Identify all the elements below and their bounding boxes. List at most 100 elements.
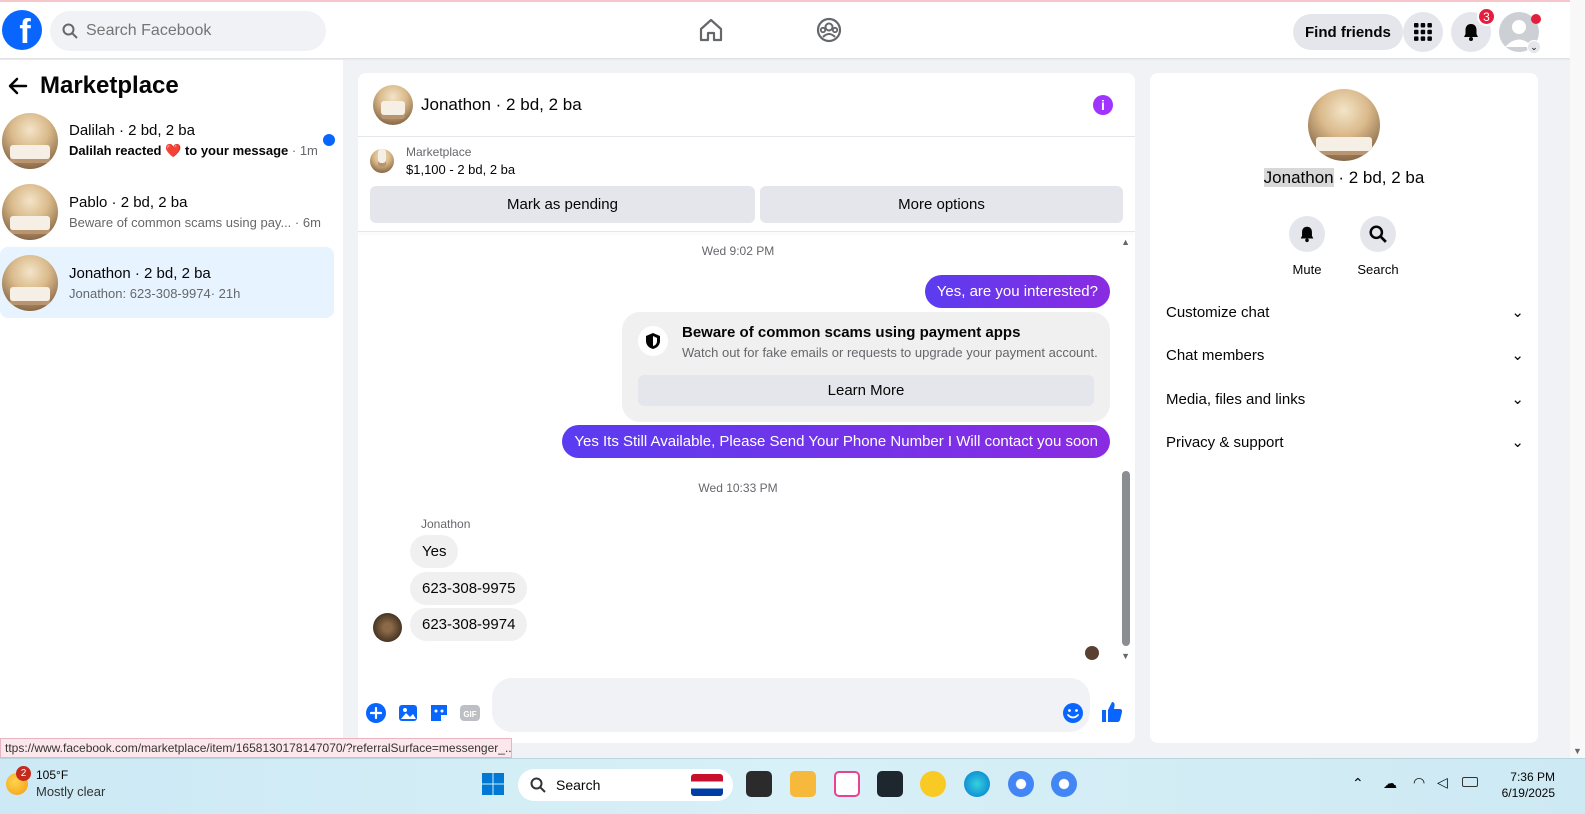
battery-icon[interactable] xyxy=(1462,777,1478,787)
listing-summary[interactable]: Marketplace $1,100 - 2 bd, 2 ba xyxy=(370,145,515,177)
message-input[interactable] xyxy=(492,678,1090,732)
conversation-name: Dalilah · 2 bd, 2 ba xyxy=(69,122,195,139)
chevron-down-icon: ⌄ xyxy=(1511,347,1524,364)
conversation-sidebar: Marketplace Dalilah · 2 bd, 2 ba Dalilah… xyxy=(0,60,343,744)
find-friends-button[interactable]: Find friends xyxy=(1293,14,1403,50)
outgoing-message[interactable]: Yes, are you interested? xyxy=(924,275,1110,308)
sticky-notes-icon[interactable] xyxy=(877,771,903,797)
mute-button[interactable]: Mute xyxy=(1277,216,1337,277)
scam-warning-title: Beware of common scams using payment app… xyxy=(682,324,1021,341)
chat-members-row[interactable]: Chat members ⌄ xyxy=(1166,346,1524,365)
chevron-down-icon: ⌄ xyxy=(1511,304,1524,321)
listing-avatar xyxy=(2,254,58,311)
heart-icon: ❤️ xyxy=(165,143,182,158)
scroll-up-icon[interactable]: ▲ xyxy=(1121,237,1130,247)
thumbs-up-icon[interactable] xyxy=(1100,700,1124,724)
profile-avatar[interactable] xyxy=(1308,89,1380,161)
bell-icon xyxy=(1300,226,1314,243)
timestamp-separator: Wed 10:33 PM xyxy=(698,481,778,495)
conversation-item-pablo[interactable]: Pablo · 2 bd, 2 ba Beware of common scam… xyxy=(0,176,334,247)
customize-chat-row[interactable]: Customize chat ⌄ xyxy=(1166,303,1524,322)
page-title: Marketplace xyxy=(40,72,179,99)
top-navigation-bar: f Find friends 3 ⌄ xyxy=(0,0,1570,58)
taskbar-search[interactable]: Search xyxy=(518,769,733,801)
unread-indicator-icon xyxy=(323,134,335,146)
grid-menu-icon xyxy=(1414,23,1432,41)
incoming-message[interactable]: Yes xyxy=(410,535,459,568)
weather-widget[interactable]: 2 105°F Mostly clear xyxy=(0,759,140,814)
listing-thumbnail xyxy=(370,149,394,173)
groups-icon[interactable] xyxy=(815,16,843,44)
svg-text:GIF: GIF xyxy=(463,710,476,719)
outgoing-message[interactable]: Yes Its Still Available, Please Send You… xyxy=(562,425,1110,458)
windows-start-icon[interactable] xyxy=(481,772,505,796)
weather-temperature: 105°F xyxy=(36,768,69,782)
chrome-profile-icon[interactable] xyxy=(1051,771,1077,797)
listing-label: Marketplace xyxy=(406,145,472,159)
plus-circle-icon[interactable] xyxy=(365,702,387,724)
onedrive-icon[interactable]: ☁ xyxy=(1383,775,1397,792)
search-conversation-button[interactable]: Search xyxy=(1348,216,1408,277)
search-icon xyxy=(1369,225,1387,243)
weather-badge: 2 xyxy=(16,766,31,781)
chat-panel: Jonathon · 2 bd, 2 ba i Marketplace $1,1… xyxy=(358,73,1135,743)
incoming-message[interactable]: 623-308-9975 xyxy=(410,572,528,605)
info-icon[interactable]: i xyxy=(1093,95,1113,115)
scroll-down-icon[interactable]: ▼ xyxy=(1573,746,1582,756)
account-avatar-button[interactable]: ⌄ xyxy=(1499,12,1541,54)
volume-icon[interactable]: ◁ xyxy=(1437,774,1448,791)
task-view-icon[interactable] xyxy=(746,771,772,797)
conversation-preview: Dalilah reacted ❤️ to your message · 1m xyxy=(69,143,318,158)
scam-warning-card: Beware of common scams using payment app… xyxy=(622,312,1110,422)
image-icon[interactable] xyxy=(397,702,419,724)
sender-avatar[interactable] xyxy=(373,613,402,642)
chat-avatar[interactable] xyxy=(373,84,413,125)
scrollbar-thumb[interactable] xyxy=(1122,471,1130,646)
page-scrollbar[interactable]: ▼ xyxy=(1570,0,1585,758)
sender-name: Jonathon xyxy=(421,517,471,531)
system-clock[interactable]: 7:36 PM 6/19/2025 xyxy=(1502,769,1555,801)
profile-name[interactable]: Jonathon · 2 bd, 2 ba xyxy=(1150,168,1538,188)
conversation-item-dalilah[interactable]: Dalilah · 2 bd, 2 ba Dalilah reacted ❤️ … xyxy=(0,105,334,176)
sticker-icon[interactable] xyxy=(428,702,450,724)
menu-button[interactable] xyxy=(1403,12,1443,52)
scroll-down-icon[interactable]: ▼ xyxy=(1121,651,1130,661)
file-explorer-icon[interactable] xyxy=(790,771,816,797)
listing-avatar xyxy=(2,112,58,169)
gif-icon[interactable]: GIF xyxy=(459,702,481,724)
more-options-button[interactable]: More options xyxy=(760,186,1123,223)
search-input[interactable] xyxy=(86,22,306,40)
chevron-down-icon: ⌄ xyxy=(1527,40,1541,54)
notifications-button[interactable]: 3 xyxy=(1451,7,1496,52)
search-icon xyxy=(530,777,546,793)
listing-price: $1,100 - 2 bd, 2 ba xyxy=(406,162,516,177)
snipping-tool-icon[interactable] xyxy=(834,771,860,797)
home-icon[interactable] xyxy=(697,16,725,44)
search-box[interactable] xyxy=(50,11,326,51)
timestamp-separator: Wed 9:02 PM xyxy=(701,244,775,258)
conversation-name: Pablo · 2 bd, 2 ba xyxy=(69,193,188,211)
tray-chevron-icon[interactable]: ⌃ xyxy=(1352,775,1364,792)
edge-browser-icon[interactable] xyxy=(964,771,990,797)
app-icon[interactable] xyxy=(920,771,946,797)
emoji-icon[interactable] xyxy=(1062,702,1084,724)
mark-as-pending-button[interactable]: Mark as pending xyxy=(370,186,755,223)
chevron-down-icon: ⌄ xyxy=(1511,391,1524,408)
incoming-message[interactable]: 623-308-9974 xyxy=(410,608,528,641)
windows-taskbar: 2 105°F Mostly clear Search ⌃ ☁ ◠ ◁ 7:36… xyxy=(0,758,1585,814)
search-icon xyxy=(62,23,78,39)
listing-avatar xyxy=(2,183,58,240)
online-dot-icon xyxy=(1531,14,1541,24)
back-arrow-icon[interactable] xyxy=(8,76,28,96)
wifi-icon[interactable]: ◠ xyxy=(1413,774,1425,791)
chat-title[interactable]: Jonathon · 2 bd, 2 ba xyxy=(421,95,582,115)
chrome-browser-icon[interactable] xyxy=(1008,771,1034,797)
learn-more-button[interactable]: Learn More xyxy=(638,375,1094,406)
media-files-links-row[interactable]: Media, files and links ⌄ xyxy=(1166,390,1524,409)
facebook-logo-icon[interactable]: f xyxy=(2,10,42,50)
conversation-preview: Beware of common scams using pay... · 6m xyxy=(69,214,321,230)
conversation-item-jonathon[interactable]: Jonathon · 2 bd, 2 ba Jonathon: 623-308-… xyxy=(0,247,334,318)
message-composer: GIF xyxy=(358,673,1135,743)
conversation-name: Jonathon · 2 bd, 2 ba xyxy=(69,264,211,282)
privacy-support-row[interactable]: Privacy & support ⌄ xyxy=(1166,433,1524,452)
